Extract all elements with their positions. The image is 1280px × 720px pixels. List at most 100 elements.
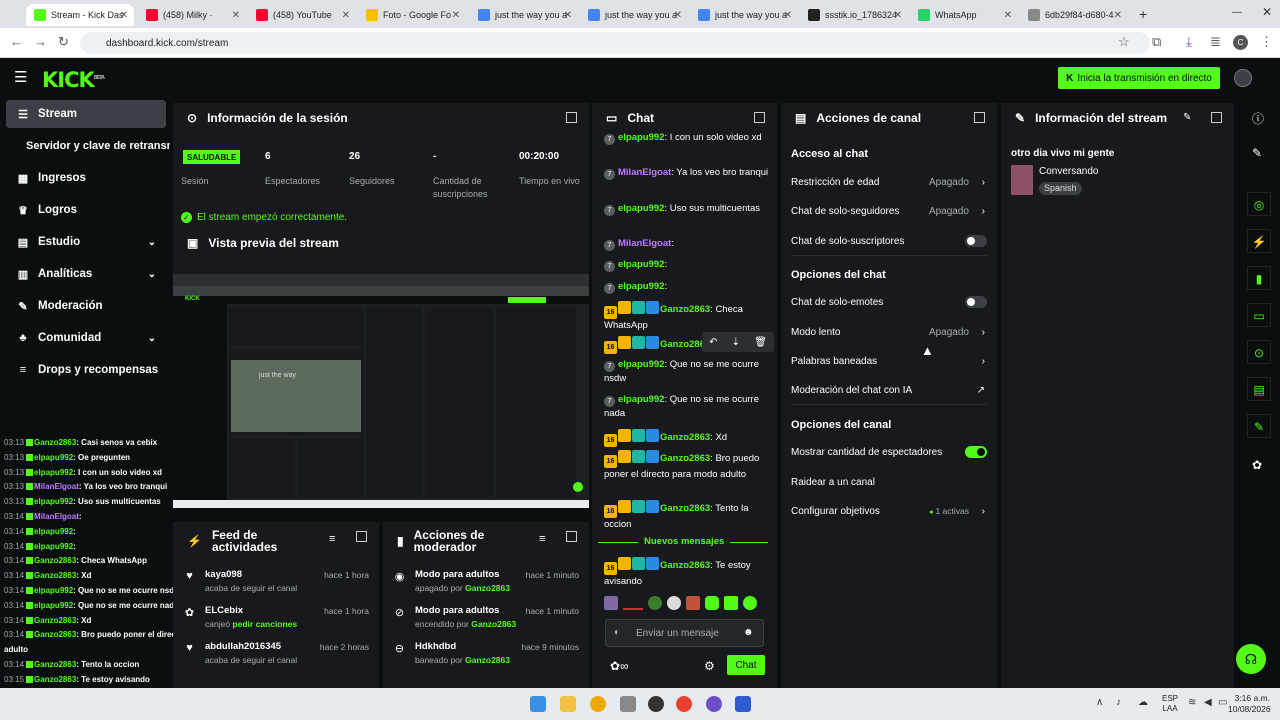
emote-4[interactable] — [667, 596, 681, 610]
info-icon[interactable]: ⓘ — [1252, 110, 1264, 127]
app-icon-2[interactable] — [620, 696, 636, 712]
points-icon[interactable]: ✿∞ — [610, 659, 629, 673]
kick-logo[interactable]: KICKBETA — [42, 68, 105, 92]
channel-option-moderación-del-chat-con-ia[interactable]: Moderación del chat con IA ↗ — [791, 380, 987, 405]
sidebar-item-estudio[interactable]: ▤ Estudio ⌄ — [6, 228, 166, 256]
chat-message[interactable]: 7 elpapu992: — [604, 280, 772, 294]
toggle-switch[interactable] — [965, 235, 987, 247]
browser-tab[interactable]: WhatsApp ✕ — [910, 4, 1018, 26]
sidebar-item-analíticas[interactable]: ▥ Analíticas ⌄ — [6, 260, 166, 288]
channel-option-modo-lento[interactable]: Modo lento Apagado › — [791, 322, 987, 342]
windows-start-icon[interactable] — [530, 696, 546, 712]
chat-message[interactable]: 7 MilanElgoat: Ya los veo bro tranqui — [604, 166, 772, 180]
profile-avatar[interactable]: C — [1233, 35, 1248, 50]
emote-6[interactable] — [705, 596, 719, 610]
reload-icon[interactable]: ↻ — [58, 34, 69, 50]
url-field[interactable]: dashboard.kick.com/stream — [80, 32, 1150, 54]
battery-icon[interactable]: ▭ — [1218, 697, 1227, 708]
channel-option-chat-de-solo-seguidores[interactable]: Chat de solo-seguidores Apagado › — [791, 201, 987, 221]
rail-channel-icon[interactable]: ▤ — [1247, 377, 1271, 401]
hamburger-icon[interactable]: ☰ — [14, 68, 27, 86]
chat-message[interactable]: 7 elpapu992: Uso sus multicuentas — [604, 202, 772, 216]
chat-message[interactable]: 7 elpapu992: I con un solo video xd — [604, 133, 772, 145]
rail-session-icon[interactable]: ◎ — [1247, 192, 1271, 216]
language-indicator[interactable]: ESP LAA — [1162, 694, 1178, 714]
tab-close-icon[interactable]: ✕ — [894, 10, 902, 21]
channel-option-palabras-baneadas[interactable]: Palabras baneadas › — [791, 351, 987, 371]
app-icon-4[interactable] — [706, 696, 722, 712]
chat-username[interactable]: elpapu992 — [618, 259, 664, 270]
chat-username[interactable]: elpapu992 — [618, 281, 664, 292]
rail-feed-icon[interactable]: ⚡ — [1247, 229, 1271, 253]
channel-option-configurar-objetivos[interactable]: Configurar objetivos ● 1 activas › — [791, 501, 987, 521]
rail-apps-icon[interactable]: ✿ — [1252, 458, 1262, 472]
browser-tab[interactable]: 6db29f84-d680-4 ✕ — [1020, 4, 1128, 26]
chat-username[interactable]: Ganzo2863 — [660, 453, 710, 464]
chat-username[interactable]: Ganzo2863 — [660, 560, 710, 571]
mod-action-item[interactable]: ⊘ Modo para adultos hace 1 minuto encendido… — [393, 605, 579, 635]
mod-action-item[interactable]: ◉ Modo para adultos hace 1 minuto apagado p… — [393, 569, 579, 599]
tab-close-icon[interactable]: ✕ — [342, 10, 350, 21]
browser-tab[interactable]: just the way you a ✕ — [690, 4, 798, 26]
bookmark-star-icon[interactable]: ☆ — [1118, 34, 1130, 50]
new-tab-button[interactable]: + — [1139, 6, 1147, 22]
rail-chat-icon[interactable]: ▭ — [1247, 303, 1271, 327]
chrome-icon[interactable] — [676, 696, 692, 712]
chat-username[interactable]: Ganzo2863 — [660, 304, 710, 315]
mod-filter-icon[interactable]: ≡ — [539, 533, 545, 545]
sidebar-item-comunidad[interactable]: ♣ Comunidad ⌄ — [6, 324, 166, 352]
browser-tab[interactable]: Foto - Google Fo ✕ — [358, 4, 466, 26]
chat-username[interactable]: Ganzo2863 — [660, 432, 710, 443]
sidebar-item-stream[interactable]: ☰ Stream — [6, 100, 166, 128]
onedrive-icon[interactable]: ☁ — [1138, 697, 1148, 708]
menu-list-icon[interactable]: ≣ — [1210, 34, 1221, 50]
volume-icon[interactable]: ◀ — [1204, 697, 1212, 708]
download-icon[interactable]: ⤓ — [1186, 34, 1192, 50]
rail-edit-icon[interactable]: ✎ — [1252, 146, 1262, 160]
channel-option-raidear-a-un-canal[interactable]: Raidear a un canal — [791, 472, 987, 492]
tab-close-icon[interactable]: ✕ — [452, 10, 460, 21]
browser-tab[interactable]: just the way you a ✕ — [470, 4, 578, 26]
emoji-icon[interactable]: ☻ — [743, 627, 754, 638]
channel-option-mostrar-cantidad-de-espectadores[interactable]: Mostrar cantidad de espectadores — [791, 442, 987, 462]
wifi-icon[interactable]: ≋ — [1188, 697, 1196, 708]
chat-send-button[interactable]: Chat — [727, 655, 765, 675]
edit-pencil-icon[interactable]: ✎ — [1183, 112, 1191, 123]
tab-close-icon[interactable]: ✕ — [120, 10, 128, 21]
extensions-icon[interactable]: ⧉ — [1152, 34, 1161, 50]
chat-username[interactable]: MilanElgoat — [618, 167, 671, 178]
chat-message[interactable]: 16 Ganzo2863: Xd — [604, 429, 772, 447]
chat-message[interactable]: 16 Ganzo2863: Tento la occion — [604, 500, 772, 532]
rail-mod-icon[interactable]: ▮ — [1247, 266, 1271, 290]
chat-message[interactable]: 7 elpapu992: Que no se me ocurre nada — [604, 393, 772, 421]
chat-message[interactable]: 16 Ganzo2863: Bro puedo poner el directo … — [604, 450, 772, 482]
chat-message[interactable]: 7 MilanElgoat: — [604, 237, 772, 251]
pin-icon[interactable]: ⇣ — [732, 337, 740, 348]
sidebar-item-moderación[interactable]: ✎ Moderación — [6, 292, 166, 320]
rail-wrench-icon[interactable]: ✎ — [1247, 414, 1271, 438]
chat-username[interactable]: elpapu992 — [618, 394, 664, 405]
emote-2[interactable] — [623, 596, 643, 610]
rail-broadcast-icon[interactable]: ⊙ — [1247, 340, 1271, 364]
chat-message[interactable]: 7 elpapu992: Que no se me ocurre nsdw — [604, 358, 772, 386]
forward-icon[interactable]: → — [34, 34, 47, 49]
chat-settings-gear-icon[interactable]: ⚙ — [704, 659, 715, 673]
app-icon-3[interactable] — [648, 696, 664, 712]
app-icon-1[interactable] — [590, 696, 606, 712]
mod-popout-icon[interactable] — [566, 531, 577, 542]
app-icon-5[interactable] — [735, 696, 751, 712]
filter-icon[interactable]: ≡ — [329, 533, 335, 545]
chat-popout-icon[interactable] — [754, 112, 765, 123]
chat-username[interactable]: elpapu992 — [618, 203, 664, 214]
tab-close-icon[interactable]: ✕ — [1004, 10, 1012, 21]
chat-username[interactable]: elpapu992 — [618, 133, 664, 143]
delete-icon[interactable]: 🗑 — [754, 337, 767, 348]
browser-tab[interactable]: (458) YouTube ✕ — [248, 4, 356, 26]
tab-close-icon[interactable]: ✕ — [674, 10, 682, 21]
feed-popout-icon[interactable] — [356, 531, 367, 542]
toggle-switch[interactable] — [965, 296, 987, 308]
browser-tab[interactable]: just the way you a ✕ — [580, 4, 688, 26]
emote-5[interactable] — [686, 596, 700, 610]
minimize-icon[interactable]: — — [1232, 7, 1242, 18]
mic-icon[interactable]: ♪ — [1116, 697, 1121, 708]
